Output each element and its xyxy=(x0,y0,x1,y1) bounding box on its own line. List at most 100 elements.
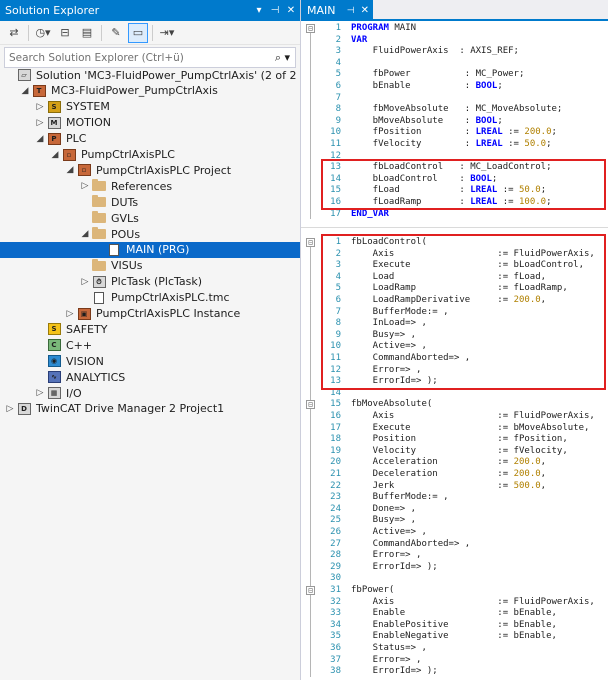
show-all-files-icon[interactable]: ▤ xyxy=(77,23,97,43)
tab-main[interactable]: MAIN ⊣ ✕ xyxy=(301,0,373,21)
tree-item[interactable]: ◢ ▫ PumpCtrlAxisPLC Project xyxy=(0,162,300,178)
number-token: 50.0 xyxy=(524,139,547,149)
tree-item[interactable]: ▷ References xyxy=(0,178,300,194)
tree-item-label: VISUs xyxy=(111,259,143,273)
line-number: 7 xyxy=(335,92,341,103)
fold-toggle-icon[interactable]: ⊟ xyxy=(306,238,315,247)
plcproj-icon: ▫ xyxy=(76,164,92,177)
tree-item[interactable]: PumpCtrlAxisPLC.tmc xyxy=(0,290,300,306)
expand-arrow-icon[interactable]: ◢ xyxy=(49,150,61,160)
expand-arrow-icon[interactable]: ▷ xyxy=(34,102,46,112)
line-number: 11 xyxy=(330,139,341,149)
pin-icon[interactable]: ⊣ xyxy=(268,5,282,16)
code-token: Execute := bMoveAbsolute, xyxy=(351,422,590,433)
code-line: 19 Velocity := fVelocity, xyxy=(301,446,608,458)
code-line: 17 END_VAR xyxy=(301,209,608,221)
keyword-token: BOOL xyxy=(475,115,498,126)
expand-arrow-icon[interactable]: ◢ xyxy=(19,86,31,96)
code-line: 35 EnableNegative := bEnable, xyxy=(301,631,608,643)
line-number: 10 xyxy=(330,127,341,138)
tree-item-label: PlcTask (PlcTask) xyxy=(111,275,203,289)
code-text: PROGRAM MAIN xyxy=(351,23,416,35)
tree-item[interactable]: ▷ ⏱ PlcTask (PlcTask) xyxy=(0,274,300,290)
line-number: 30 xyxy=(330,573,341,584)
tree-item-label: PumpCtrlAxisPLC Project xyxy=(96,163,232,177)
code-token: := xyxy=(502,127,525,138)
expand-arrow-icon[interactable]: ▷ xyxy=(4,404,16,414)
expand-arrow-icon[interactable]: ◢ xyxy=(79,229,91,239)
tree-item[interactable]: ◢ T MC3-FluidPower_PumpCtrlAxis xyxy=(0,83,300,99)
tree-item[interactable]: ◉ VISION xyxy=(0,353,300,369)
code-token: fVelocity : xyxy=(351,139,476,149)
collapse-all-icon[interactable]: ⊟ xyxy=(55,23,75,43)
search-icon[interactable]: ⌕ ▾ xyxy=(261,51,295,65)
expand-arrow-icon[interactable]: ◢ xyxy=(34,134,46,144)
tree-item[interactable]: ◢ ▫ PumpCtrlAxisPLC xyxy=(0,147,300,163)
tree-item-label: I/O xyxy=(66,386,82,400)
tree-item[interactable]: ▷ ▣ PumpCtrlAxisPLC Instance xyxy=(0,306,300,322)
switch-views-icon[interactable]: ⇄ xyxy=(4,23,24,43)
code-line: ⊟ 1 PROGRAM MAIN xyxy=(301,23,608,35)
fold-toggle-icon[interactable]: ⊟ xyxy=(306,24,315,33)
code-token: EnablePositive := bEnable, xyxy=(351,619,557,630)
line-number: 27 xyxy=(330,538,341,549)
tree-item[interactable]: ∿ ANALYTICS xyxy=(0,369,300,385)
code-text: fbPower( xyxy=(351,585,394,597)
tree-item[interactable]: ▱ Solution 'MC3-FluidPower_PumpCtrlAxis' … xyxy=(0,67,300,83)
fold-toggle-icon[interactable]: ⊟ xyxy=(306,400,315,410)
code-token: MAIN xyxy=(388,23,417,33)
tree-item[interactable]: ▷ M MOTION xyxy=(0,115,300,131)
search-input[interactable] xyxy=(9,51,261,64)
tree-item[interactable]: GVLs xyxy=(0,210,300,226)
project-icon: T xyxy=(31,84,47,97)
tree-item[interactable]: ◢ POUs xyxy=(0,226,300,242)
expand-arrow-icon[interactable]: ▷ xyxy=(79,181,91,191)
tab-close-icon[interactable]: ✕ xyxy=(361,5,369,16)
code-text: fbMoveAbsolute( xyxy=(351,399,432,411)
tree-item[interactable]: ▷ S SYSTEM xyxy=(0,99,300,115)
code-line: 8 fbMoveAbsolute : MC_MoveAbsolute; xyxy=(301,104,608,116)
tree-item[interactable]: MAIN (PRG) xyxy=(0,241,300,258)
line-number: 3 xyxy=(335,46,341,57)
tree-item[interactable]: VISUs xyxy=(0,258,300,274)
tree-item[interactable]: ▷ D TwinCAT Drive Manager 2 Project1 xyxy=(0,401,300,417)
code-token: fbPower( xyxy=(351,585,395,595)
expand-arrow-icon[interactable]: ▷ xyxy=(34,118,46,128)
tree-item[interactable]: C C++ xyxy=(0,337,300,353)
code-line: 16 Axis := FluidPowerAxis, xyxy=(301,411,608,423)
tree-item[interactable]: DUTs xyxy=(0,194,300,210)
tree-item[interactable]: S SAFETY xyxy=(0,321,300,337)
fold-toggle-icon[interactable]: ⊟ xyxy=(306,586,315,595)
line-number: 8 xyxy=(335,104,341,115)
code-line: 38 ErrorId=> ); xyxy=(301,666,608,678)
tree-item-label: ANALYTICS xyxy=(66,370,126,384)
expand-arrow-icon[interactable]: ▷ xyxy=(34,388,46,398)
properties-wrench-icon[interactable]: ✎ xyxy=(106,23,126,43)
code-text: Enable := bEnable, xyxy=(351,608,557,620)
expand-arrow-icon[interactable]: ◢ xyxy=(64,165,76,175)
code-text: Deceleration := 200.0, xyxy=(351,469,546,481)
expand-arrow-icon[interactable]: ▷ xyxy=(79,277,91,287)
tab-pin-icon[interactable]: ⊣ xyxy=(347,6,355,16)
code-line: 5 fbPower : MC_Power; xyxy=(301,69,608,81)
close-icon[interactable]: ✕ xyxy=(284,5,298,16)
code-text: Position := fPosition, xyxy=(351,434,568,446)
editor-splitter[interactable] xyxy=(301,227,608,229)
line-number: 24 xyxy=(330,503,341,514)
folder-icon xyxy=(91,211,107,225)
history-icon[interactable]: ◷▾ xyxy=(33,23,53,43)
tree-item[interactable]: ▷ ▦ I/O xyxy=(0,385,300,401)
window-position-icon[interactable]: ▾ xyxy=(252,5,266,16)
preview-selected-icon[interactable]: ▭ xyxy=(128,22,148,43)
search-box[interactable]: ⌕ ▾ xyxy=(4,47,296,68)
code-line: ⊟ 31 fbPower( xyxy=(301,585,608,597)
pending-changes-icon[interactable]: ⇥▾ xyxy=(157,23,177,43)
line-number: 19 xyxy=(330,445,341,456)
tree-item[interactable]: ◢ P PLC xyxy=(0,131,300,147)
expand-arrow-icon[interactable]: ▷ xyxy=(64,309,76,319)
tree-item-label: DUTs xyxy=(111,195,139,209)
line-number: 32 xyxy=(330,596,341,607)
vision-icon: ◉ xyxy=(46,355,62,368)
solution-explorer-panel: Solution Explorer ▾ ⊣ ✕ ⇄ ◷▾ ⊟ ▤ ✎ ▭ ⇥▾ … xyxy=(0,0,301,680)
code-token: Enable := bEnable, xyxy=(351,608,557,619)
